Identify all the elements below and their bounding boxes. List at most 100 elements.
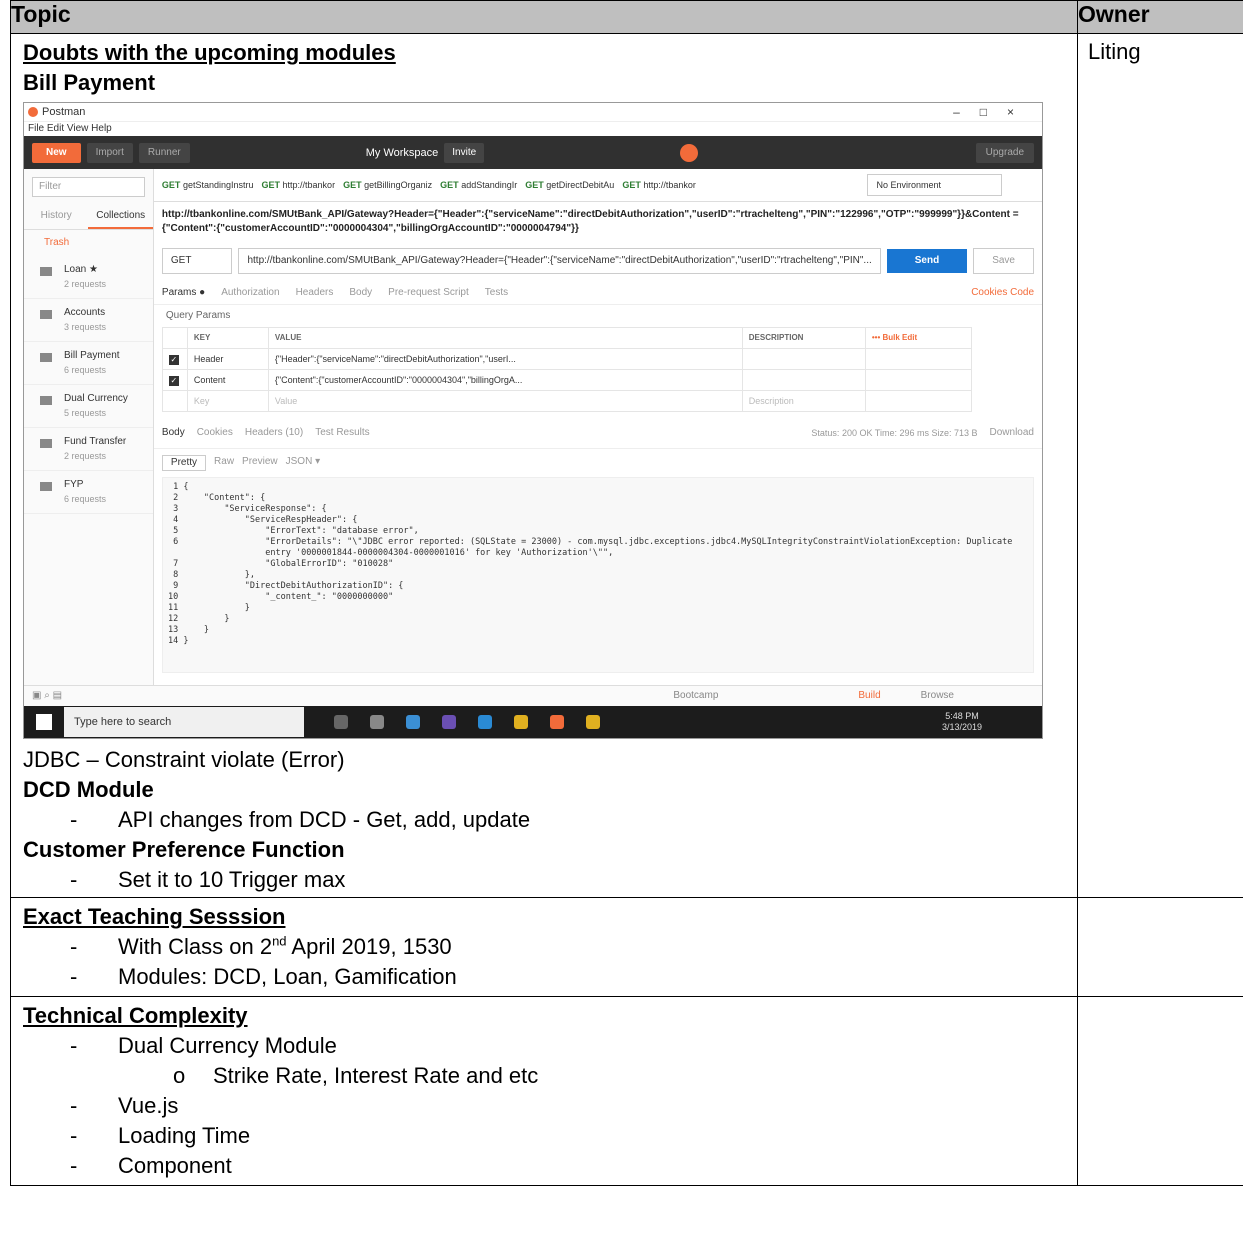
method-select[interactable]: GET	[161, 248, 233, 274]
sidebar-tabs: History Collections	[24, 205, 153, 230]
windows-start-icon[interactable]	[36, 714, 52, 730]
task-view-icon[interactable]	[370, 715, 384, 729]
sub-bullet-item: o Strike Rate, Interest Rate and etc	[173, 1063, 539, 1088]
topic-cell: Technical Complexity - Dual Currency Modu…	[10, 996, 1078, 1186]
taskbar-clock: 5:48 PM 3/13/2019	[941, 711, 982, 732]
title-bar: Postman –□×	[24, 103, 1042, 122]
chrome-icon[interactable]	[514, 715, 528, 729]
request-tab[interactable]: GET getDirectDebitAu	[525, 178, 614, 192]
format-select[interactable]: JSON ▾	[286, 455, 320, 471]
folder-icon	[40, 267, 52, 276]
environment-select[interactable]: No Environment	[867, 174, 1002, 196]
request-tab[interactable]: GET addStandingIr	[440, 178, 517, 192]
bullet-item: - Set it to 10 Trigger max	[70, 867, 346, 892]
taskbar-apps	[334, 715, 600, 729]
chrome-icon[interactable]	[586, 715, 600, 729]
kv-header: KEY	[186, 327, 269, 349]
tab-collections[interactable]: Collections	[88, 205, 153, 229]
tab-raw[interactable]: Raw	[214, 455, 234, 471]
sub-heading: DCD Module	[23, 777, 154, 802]
tab-pre-request[interactable]: Pre-request Script	[388, 286, 469, 300]
request-tab[interactable]: GET getBillingOrganiz	[343, 178, 432, 192]
row-heading: Doubts with the upcoming modules	[23, 40, 396, 65]
menu-bar[interactable]: File Edit View Help	[24, 122, 1042, 136]
tab-body[interactable]: Body	[349, 286, 372, 300]
tab-history[interactable]: History	[24, 205, 88, 229]
bullet-item: - Vue.js	[70, 1093, 179, 1118]
kv-header: DESCRIPTION	[741, 327, 866, 349]
request-url-title: http://tbankonline.com/SMUtBank_API/Gate…	[161, 209, 1019, 234]
tab-response-cookies[interactable]: Cookies	[197, 426, 233, 440]
status-bar: ▣ ⌕ ▤ Bootcamp Build Browse	[24, 685, 1042, 706]
request-tab[interactable]: GET http://tbankor	[262, 178, 336, 192]
send-button[interactable]: Send	[886, 249, 968, 273]
import-button[interactable]: Import	[86, 143, 133, 163]
tab-pretty[interactable]: Pretty	[161, 455, 207, 471]
filter-input[interactable]: Filter	[32, 177, 145, 197]
collection-item[interactable]: Dual Currency 5 requests	[24, 385, 153, 428]
checkbox-icon[interactable]: ✓	[168, 376, 179, 386]
table-row: Doubts with the upcoming modules Bill Pa…	[10, 33, 1243, 898]
tab-response-headers[interactable]: Headers (10)	[245, 426, 303, 440]
bootcamp-link[interactable]: Bootcamp	[673, 689, 718, 703]
bulk-edit-link[interactable]: ••• Bulk Edit	[864, 327, 972, 349]
response-tabs: Body Cookies Headers (10) Test Results S…	[153, 418, 1042, 449]
sub-heading: Customer Preference Function	[23, 837, 345, 862]
table-row: Technical Complexity - Dual Currency Modu…	[10, 996, 1243, 1186]
tab-response-body[interactable]: Body	[162, 426, 185, 440]
trash-link[interactable]: Trash	[24, 230, 153, 256]
tab-params[interactable]: Params ●	[162, 286, 205, 300]
folder-icon	[40, 310, 52, 319]
save-button[interactable]: Save	[973, 248, 1034, 274]
collection-item[interactable]: Loan ★ 2 requests	[24, 256, 153, 299]
owner-cell	[1077, 897, 1243, 997]
collection-item[interactable]: Accounts 3 requests	[24, 299, 153, 342]
bullet-item: - Dual Currency Module	[70, 1033, 337, 1058]
mic-icon[interactable]	[334, 715, 348, 729]
request-bar: GET http://tbankonline.com/SMUtBank_API/…	[161, 248, 1034, 274]
collection-item[interactable]: FYP 6 requests	[24, 471, 153, 514]
tab-tests[interactable]: Tests	[485, 286, 508, 300]
document: Topic Owner Doubts with the upcoming mod…	[0, 0, 1243, 1186]
upgrade-button[interactable]: Upgrade	[975, 143, 1034, 163]
folder-icon	[40, 353, 52, 362]
explorer-icon[interactable]	[406, 715, 420, 729]
request-tab[interactable]: GET getStandingInstru	[162, 178, 254, 192]
vscode-icon[interactable]	[478, 715, 492, 729]
runner-button[interactable]: Runner	[138, 143, 190, 163]
tab-headers[interactable]: Headers	[296, 286, 334, 300]
invite-button[interactable]: Invite	[444, 143, 485, 163]
request-tab[interactable]: GET http://tbankor	[622, 178, 696, 192]
bullet-item: - With Class on 2nd April 2019, 1530	[70, 933, 452, 959]
collection-item[interactable]: Fund Transfer 2 requests	[24, 428, 153, 471]
url-input[interactable]: http://tbankonline.com/SMUtBank_API/Gate…	[238, 248, 881, 274]
windows-taskbar: Type here to search 5:48 PM 3/13/2019	[24, 706, 1042, 738]
table-row: ✓ Header {"Header":{"serviceName":"direc…	[161, 348, 972, 370]
postman-icon[interactable]	[550, 715, 564, 729]
response-body-code: 1 { 2 "Content": { 3 "ServiceResponse": …	[161, 477, 1034, 673]
tab-test-results[interactable]: Test Results	[315, 426, 369, 440]
download-button[interactable]: Download	[990, 426, 1034, 440]
folder-icon	[40, 439, 52, 448]
tab-preview[interactable]: Preview	[242, 455, 278, 471]
build-toggle[interactable]: Build	[858, 689, 880, 703]
github-icon[interactable]	[442, 715, 456, 729]
bullet-item: - Modules: DCD, Loan, Gamification	[70, 964, 457, 989]
checkbox-icon[interactable]: ✓	[168, 355, 179, 365]
new-button[interactable]: New	[32, 143, 81, 163]
sub-heading: Bill Payment	[23, 70, 156, 95]
postman-logo-icon	[28, 107, 38, 117]
workspace-selector[interactable]: My Workspace	[366, 146, 439, 160]
table-row: Exact Teaching Sesssion - With Class on 2…	[10, 897, 1243, 997]
owner-cell	[1077, 996, 1243, 1186]
browse-toggle[interactable]: Browse	[921, 689, 954, 703]
query-params-label: Query Params	[165, 310, 231, 321]
tab-authorization[interactable]: Authorization	[221, 286, 279, 300]
table-row: ✓ Content {"Content":{"customerAccountID…	[161, 369, 972, 391]
window-controls-icon[interactable]: –□×	[953, 105, 1034, 119]
collection-item[interactable]: Bill Payment 6 requests	[24, 342, 153, 385]
cookies-code-links[interactable]: Cookies Code	[971, 286, 1034, 300]
sync-icon[interactable]	[680, 144, 699, 162]
row-heading: Technical Complexity	[23, 1003, 248, 1028]
taskbar-search[interactable]: Type here to search	[64, 707, 304, 737]
